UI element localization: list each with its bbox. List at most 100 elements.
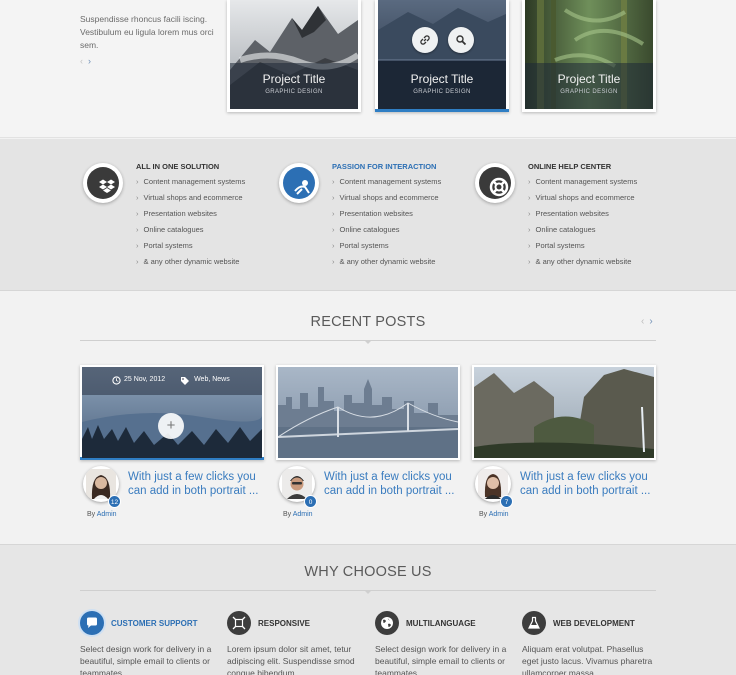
list-item[interactable]: & any other dynamic website	[528, 257, 637, 273]
post-card: 25 Nov, 2012 Web, News + 12 With just a …	[80, 365, 264, 518]
why-title: CUSTOMER SUPPORT	[111, 619, 198, 628]
feature-title: ALL IN ONE SOLUTION	[136, 162, 220, 171]
search-icon	[456, 35, 467, 46]
post-excerpt-link[interactable]: With just a few clicks you can add in bo…	[520, 470, 660, 498]
post-image-forest-lake: 25 Nov, 2012 Web, News +	[82, 367, 262, 458]
why-text: Aliquam erat volutpat. Phasellus eget ju…	[522, 644, 653, 675]
post-tags[interactable]: Web, News	[194, 376, 230, 383]
post-excerpt-link[interactable]: With just a few clicks you can add in bo…	[128, 470, 268, 498]
expand-plus-icon[interactable]: +	[158, 413, 184, 439]
project-title[interactable]: Project Title	[525, 72, 653, 86]
why-icon-badge	[522, 611, 546, 635]
by-label: By	[87, 511, 96, 518]
link-icon	[420, 35, 430, 45]
why-icon-badge	[375, 611, 399, 635]
prev-arrow-icon[interactable]: ‹	[641, 316, 644, 327]
list-item[interactable]: Content management systems	[332, 177, 442, 193]
why-text: Select design work for delivery in a bea…	[80, 644, 212, 675]
list-item[interactable]: Online catalogues	[332, 225, 441, 241]
resize-icon	[232, 616, 246, 630]
flask-icon	[528, 616, 540, 629]
post-date: 25 Nov, 2012	[124, 376, 166, 383]
why-title: RESPONSIVE	[258, 619, 311, 628]
feature-icon-badge	[279, 163, 319, 203]
project-card[interactable]: Project Title GRAPHIC DESIGN	[522, 0, 656, 112]
zoom-button[interactable]	[448, 27, 474, 53]
post-card: 7 With just a few clicks you can add in …	[472, 365, 656, 518]
list-item[interactable]: Portal systems	[136, 241, 245, 257]
next-arrow-icon[interactable]: ›	[649, 316, 652, 327]
post-card: 0 With just a few clicks you can add in …	[276, 365, 460, 518]
post-image-valley	[474, 367, 654, 458]
why-icon-badge	[227, 611, 251, 635]
list-item[interactable]: Virtual shops and ecommerce	[332, 193, 441, 209]
feature-list: Content management systems Virtual shops…	[332, 177, 442, 273]
project-card[interactable]: Project Title GRAPHIC DESIGN	[227, 0, 361, 112]
project-image-bamboo: Project Title GRAPHIC DESIGN	[525, 0, 653, 109]
feature-icon-badge	[475, 163, 515, 203]
prev-arrow-icon[interactable]: ‹	[80, 56, 83, 66]
chat-icon	[87, 617, 97, 628]
project-image-mountain-lake: Project Title GRAPHIC DESIGN	[378, 0, 506, 109]
list-item[interactable]: Content management systems	[136, 177, 246, 193]
project-category: GRAPHIC DESIGN	[265, 89, 323, 95]
projects-nav: ‹ ›	[80, 56, 96, 66]
list-item[interactable]: Portal systems	[528, 241, 637, 257]
project-image-mountains: Project Title GRAPHIC DESIGN	[230, 0, 358, 109]
list-item[interactable]: Presentation websites	[136, 209, 245, 225]
list-item[interactable]: Presentation websites	[332, 209, 441, 225]
list-item[interactable]: Content management systems	[528, 177, 638, 193]
post-author: By Admin	[283, 511, 313, 518]
author-link[interactable]: Admin	[489, 511, 509, 518]
why-text: Lorem ipsum dolor sit amet, tetur adipis…	[227, 644, 355, 675]
tag-icon	[181, 377, 189, 385]
list-item[interactable]: & any other dynamic website	[332, 257, 441, 273]
clock-icon	[112, 376, 121, 385]
list-item[interactable]: Presentation websites	[528, 209, 637, 225]
post-thumbnail[interactable]: 25 Nov, 2012 Web, News +	[80, 365, 264, 460]
feature-list: Content management systems Virtual shops…	[136, 177, 246, 273]
post-author: By Admin	[479, 511, 509, 518]
by-label: By	[283, 511, 292, 518]
comment-count-badge: 7	[500, 495, 513, 508]
feature-title: ONLINE HELP CENTER	[528, 162, 612, 171]
projects-strip: Suspendisse rhoncus facili iscing. Vesti…	[0, 0, 736, 138]
recent-posts-nav: ‹ ›	[641, 316, 653, 327]
list-item[interactable]: Online catalogues	[136, 225, 245, 241]
globe-icon	[381, 617, 393, 629]
link-button[interactable]	[412, 27, 438, 53]
why-choose-us-heading: WHY CHOOSE US	[304, 564, 432, 580]
lifebuoy-icon	[489, 177, 509, 197]
project-title[interactable]: Project Title	[230, 72, 358, 86]
why-title: MULTILANGUAGE	[406, 619, 476, 628]
post-thumbnail[interactable]	[472, 365, 656, 460]
project-caption: Project Title GRAPHIC DESIGN	[230, 63, 358, 109]
post-meta: 25 Nov, 2012 Web, News	[82, 367, 262, 395]
by-label: By	[479, 511, 488, 518]
post-image-city-bridge	[278, 367, 458, 458]
project-category: GRAPHIC DESIGN	[560, 89, 618, 95]
list-item[interactable]: Online catalogues	[528, 225, 637, 241]
project-card-active[interactable]: Project Title GRAPHIC DESIGN	[375, 0, 509, 112]
recent-posts-heading: RECENT POSTS	[310, 314, 426, 330]
post-author: By Admin	[87, 511, 117, 518]
dropbox-icon	[99, 179, 115, 193]
list-item[interactable]: Virtual shops and ecommerce	[528, 193, 637, 209]
interaction-icon	[294, 180, 310, 195]
author-link[interactable]: Admin	[97, 511, 117, 518]
list-item[interactable]: & any other dynamic website	[136, 257, 245, 273]
list-item[interactable]: Portal systems	[332, 241, 441, 257]
next-arrow-icon[interactable]: ›	[88, 56, 91, 66]
project-category: GRAPHIC DESIGN	[413, 89, 471, 95]
author-link[interactable]: Admin	[293, 511, 313, 518]
post-thumbnail[interactable]	[276, 365, 460, 460]
project-caption: Project Title GRAPHIC DESIGN	[525, 63, 653, 109]
feature-list: Content management systems Virtual shops…	[528, 177, 638, 273]
comment-count-badge: 0	[304, 495, 317, 508]
comment-count-badge: 12	[108, 495, 121, 508]
why-icon-badge	[80, 611, 104, 635]
list-item[interactable]: Virtual shops and ecommerce	[136, 193, 245, 209]
feature-title: PASSION FOR INTERACTION	[332, 162, 437, 171]
post-excerpt-link[interactable]: With just a few clicks you can add in bo…	[324, 470, 464, 498]
project-title[interactable]: Project Title	[378, 72, 506, 86]
